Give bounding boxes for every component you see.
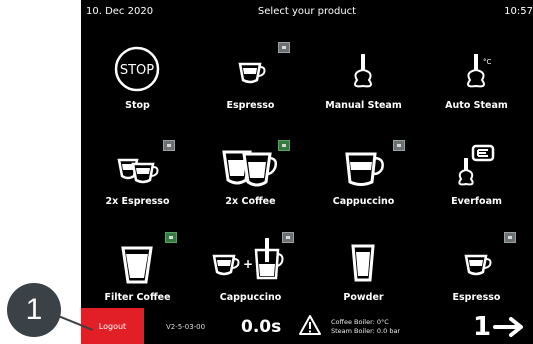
manual-steam-icon xyxy=(354,54,372,88)
unit-label: °C xyxy=(483,58,492,66)
product-tile-powder[interactable]: Powder xyxy=(307,214,420,304)
machine-screen: 10. Dec 2020 Select your product 10:57 S… xyxy=(81,0,533,344)
tile-label: Espresso xyxy=(226,100,275,111)
steam-boiler-status: Steam Boiler: 0.0 bar xyxy=(331,327,401,335)
product-tile-cappuccino-combo[interactable]: + Cappuccino xyxy=(194,214,307,304)
product-tile-stop[interactable]: STOP Stop xyxy=(81,22,194,112)
tile-label: Everfoam xyxy=(451,196,502,207)
tile-label: 2x Espresso xyxy=(105,196,170,207)
product-tile-2x-coffee[interactable]: 2x Coffee xyxy=(194,118,307,208)
warning-icon[interactable] xyxy=(298,314,322,336)
tile-label: Manual Steam xyxy=(325,100,402,111)
plus-sign: + xyxy=(243,257,253,271)
double-coffee-icon xyxy=(222,150,278,187)
powder-glass-icon xyxy=(351,244,375,282)
double-espresso-icon xyxy=(117,158,159,184)
everfoam-icon xyxy=(458,144,495,186)
product-tile-2x-espresso[interactable]: 2x Espresso xyxy=(81,118,194,208)
filter-coffee-icon xyxy=(121,246,153,284)
cappuccino-combo-icon: + xyxy=(212,238,284,280)
cappuccino-glass-icon xyxy=(345,152,384,186)
product-tile-espresso[interactable]: Espresso xyxy=(194,22,307,112)
screen-title: Select your product xyxy=(257,6,357,17)
coffee-boiler-status: Coffee Boiler: 0°C xyxy=(331,318,389,326)
product-tile-everfoam[interactable]: Everfoam xyxy=(420,118,533,208)
product-tile-auto-steam[interactable]: °C Auto Steam xyxy=(420,22,533,112)
espresso-cup-icon xyxy=(464,254,492,276)
product-tile-espresso-2[interactable]: Espresso xyxy=(420,214,533,304)
tile-label: Auto Steam xyxy=(445,100,508,111)
callout-marker: 1 xyxy=(7,283,61,337)
timer-display: 0.0s xyxy=(241,317,282,337)
logout-button[interactable]: Logout xyxy=(81,308,144,344)
product-tile-manual-steam[interactable]: Manual Steam xyxy=(307,22,420,112)
boiler-status: Coffee Boiler: 0°C Steam Boiler: 0.0 bar xyxy=(331,318,400,336)
product-tile-filter-coffee[interactable]: Filter Coffee xyxy=(81,214,194,304)
bottom-bar: Logout V2-5-03-00 0.0s Coffee Boiler: 0°… xyxy=(81,308,533,344)
stop-icon: STOP xyxy=(114,46,160,92)
top-bar: 10. Dec 2020 Select your product 10:57 xyxy=(81,0,533,22)
tile-label: Cappuccino xyxy=(219,292,282,303)
clock-label: 10:57 xyxy=(504,6,533,17)
tile-label: Powder xyxy=(343,292,384,303)
page-number: 1 xyxy=(473,312,492,342)
next-page-button[interactable]: 1 xyxy=(473,311,531,343)
tile-label: Stop xyxy=(125,100,150,111)
tile-label: Filter Coffee xyxy=(104,292,171,303)
auto-steam-icon: °C xyxy=(467,54,492,88)
tile-label: Cappuccino xyxy=(332,196,395,207)
espresso-cup-icon xyxy=(238,62,266,84)
arrow-right-icon xyxy=(493,317,523,337)
tile-label: Espresso xyxy=(452,292,501,303)
tile-label: 2x Coffee xyxy=(225,196,276,207)
product-tile-cappuccino[interactable]: Cappuccino xyxy=(307,118,420,208)
stop-text: STOP xyxy=(120,63,154,78)
version-label: V2-5-03-00 xyxy=(166,323,206,331)
